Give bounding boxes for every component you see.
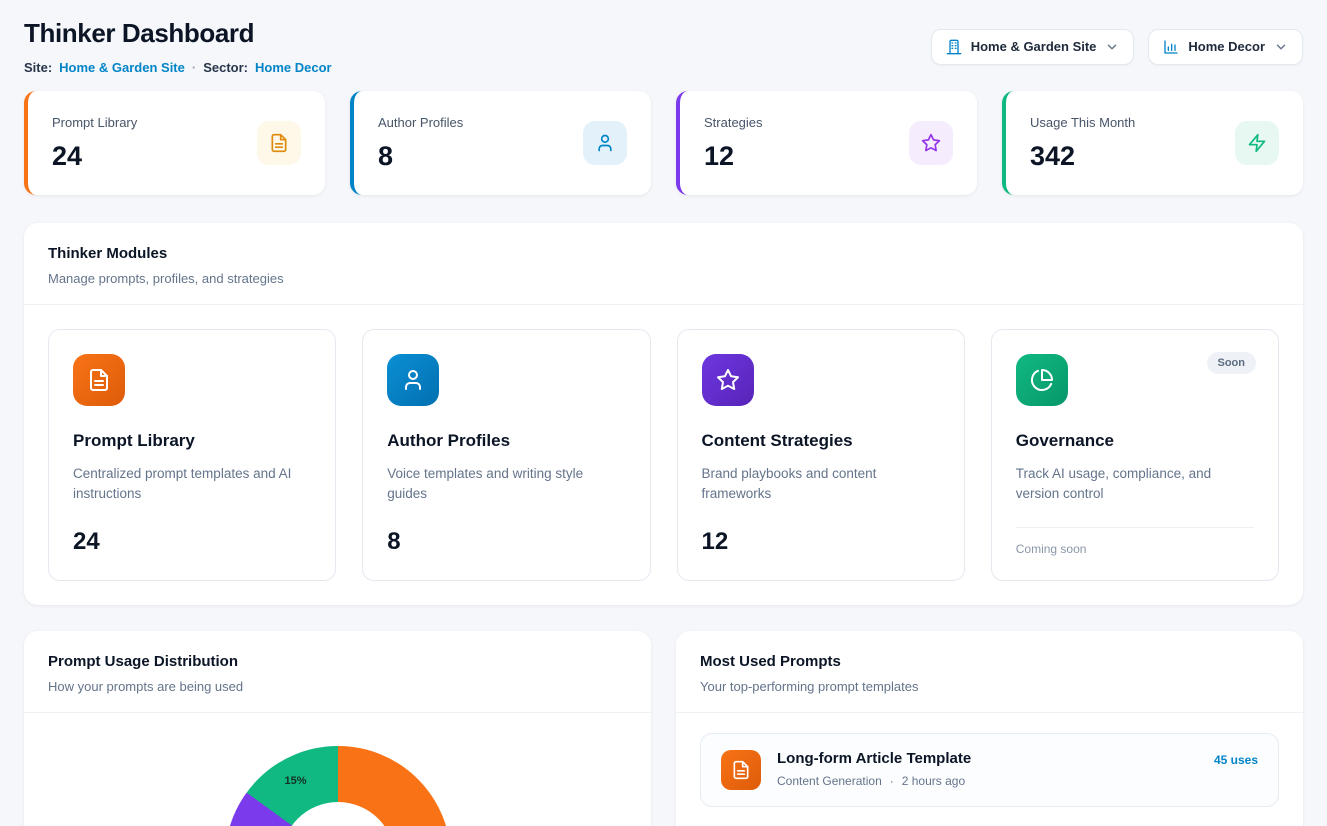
person-icon: [583, 121, 627, 165]
stat-value: 12: [704, 141, 763, 172]
breadcrumb: Site: Home & Garden Site · Sector: Home …: [24, 60, 332, 75]
document-icon: [721, 750, 761, 790]
stat-label: Strategies: [704, 115, 763, 130]
panel-head: Thinker Modules Manage prompts, profiles…: [24, 223, 1303, 304]
module-title: Content Strategies: [702, 431, 940, 451]
soon-badge: Soon: [1207, 352, 1257, 374]
section-title: Prompt Usage Distribution: [48, 653, 627, 670]
site-label: Site:: [24, 60, 52, 75]
title-block: Thinker Dashboard Site: Home & Garden Si…: [24, 18, 332, 75]
sector-selector[interactable]: Home Decor: [1148, 29, 1303, 65]
modules-grid: Prompt Library Centralized prompt templa…: [24, 305, 1303, 605]
module-count: 12: [702, 528, 940, 556]
stat-value: 342: [1030, 141, 1135, 172]
stat-value: 8: [378, 141, 463, 172]
donut-label: 15%: [285, 775, 307, 787]
module-count: 8: [387, 528, 625, 556]
stat-text: Author Profiles 8: [378, 115, 463, 172]
stat-card-author-profiles: Author Profiles 8: [350, 91, 651, 195]
most-used-prompts-panel: Most Used Prompts Your top-performing pr…: [676, 631, 1303, 826]
coming-soon-text: Coming soon: [1016, 527, 1254, 556]
dashboard-page: Thinker Dashboard Site: Home & Garden Si…: [0, 0, 1327, 826]
module-card-content-strategies[interactable]: Content Strategies Brand playbooks and c…: [677, 329, 965, 581]
donut-chart: 15%: [225, 746, 451, 826]
module-card-author-profiles[interactable]: Author Profiles Voice templates and writ…: [362, 329, 650, 581]
module-card-prompt-library[interactable]: Prompt Library Centralized prompt templa…: [48, 329, 336, 581]
site-selector[interactable]: Home & Garden Site: [931, 29, 1135, 65]
sector-selector-label: Home Decor: [1188, 39, 1265, 54]
chevron-down-icon: [1105, 40, 1119, 54]
sparkle-icon: [702, 354, 754, 406]
module-title: Prompt Library: [73, 431, 311, 451]
thinker-modules-panel: Thinker Modules Manage prompts, profiles…: [24, 223, 1303, 605]
prompt-time: 2 hours ago: [902, 774, 965, 788]
separator-dot: ·: [192, 60, 196, 75]
prompt-meta: Content Generation · 2 hours ago: [777, 774, 971, 788]
section-title: Most Used Prompts: [700, 653, 1279, 670]
bar-chart-icon: [1163, 39, 1179, 55]
panel-head: Most Used Prompts Your top-performing pr…: [676, 631, 1303, 712]
bottom-row: Prompt Usage Distribution How your promp…: [24, 631, 1303, 826]
panel-head: Prompt Usage Distribution How your promp…: [24, 631, 651, 712]
stat-label: Usage This Month: [1030, 115, 1135, 130]
prompt-list-item[interactable]: Long-form Article Template Content Gener…: [700, 733, 1279, 807]
building-icon: [946, 39, 962, 55]
stat-card-prompt-library: Prompt Library 24: [24, 91, 325, 195]
lightning-icon: [1235, 121, 1279, 165]
sector-label: Sector:: [203, 60, 248, 75]
section-subtitle: How your prompts are being used: [48, 679, 627, 694]
stat-text: Strategies 12: [704, 115, 763, 172]
separator-dot: ·: [890, 774, 894, 788]
module-description: Track AI usage, compliance, and version …: [1016, 464, 1254, 505]
prompt-uses-badge: 45 uses: [1214, 750, 1258, 767]
prompt-text: Long-form Article Template Content Gener…: [777, 750, 971, 788]
section-subtitle: Manage prompts, profiles, and strategies: [48, 271, 1279, 286]
module-title: Governance: [1016, 431, 1254, 451]
module-title: Author Profiles: [387, 431, 625, 451]
page-title: Thinker Dashboard: [24, 18, 332, 49]
chart-area: 15%: [24, 713, 651, 826]
stat-cards-row: Prompt Library 24 Author Profiles 8 Stra…: [24, 91, 1303, 195]
prompt-category: Content Generation: [777, 774, 882, 788]
prompt-title: Long-form Article Template: [777, 750, 971, 767]
person-icon: [387, 354, 439, 406]
stat-value: 24: [52, 141, 137, 172]
site-selector-label: Home & Garden Site: [971, 39, 1097, 54]
stat-card-usage: Usage This Month 342: [1002, 91, 1303, 195]
module-description: Brand playbooks and content frameworks: [702, 464, 940, 505]
module-description: Voice templates and writing style guides: [387, 464, 625, 505]
module-card-governance[interactable]: Soon Governance Track AI usage, complian…: [991, 329, 1279, 581]
chevron-down-icon: [1274, 40, 1288, 54]
stat-label: Prompt Library: [52, 115, 137, 130]
prompt-usage-panel: Prompt Usage Distribution How your promp…: [24, 631, 651, 826]
document-icon: [73, 354, 125, 406]
section-title: Thinker Modules: [48, 245, 1279, 262]
stat-label: Author Profiles: [378, 115, 463, 130]
sparkle-icon: [909, 121, 953, 165]
module-description: Centralized prompt templates and AI inst…: [73, 464, 311, 505]
site-link[interactable]: Home & Garden Site: [59, 60, 185, 75]
stat-card-strategies: Strategies 12: [676, 91, 977, 195]
stat-text: Prompt Library 24: [52, 115, 137, 172]
selector-group: Home & Garden Site Home Decor: [931, 29, 1303, 65]
pie-chart-icon: [1016, 354, 1068, 406]
stat-text: Usage This Month 342: [1030, 115, 1135, 172]
sector-link[interactable]: Home Decor: [255, 60, 332, 75]
module-count: 24: [73, 528, 311, 556]
divider: [676, 712, 1303, 713]
header: Thinker Dashboard Site: Home & Garden Si…: [24, 18, 1303, 75]
document-icon: [257, 121, 301, 165]
section-subtitle: Your top-performing prompt templates: [700, 679, 1279, 694]
